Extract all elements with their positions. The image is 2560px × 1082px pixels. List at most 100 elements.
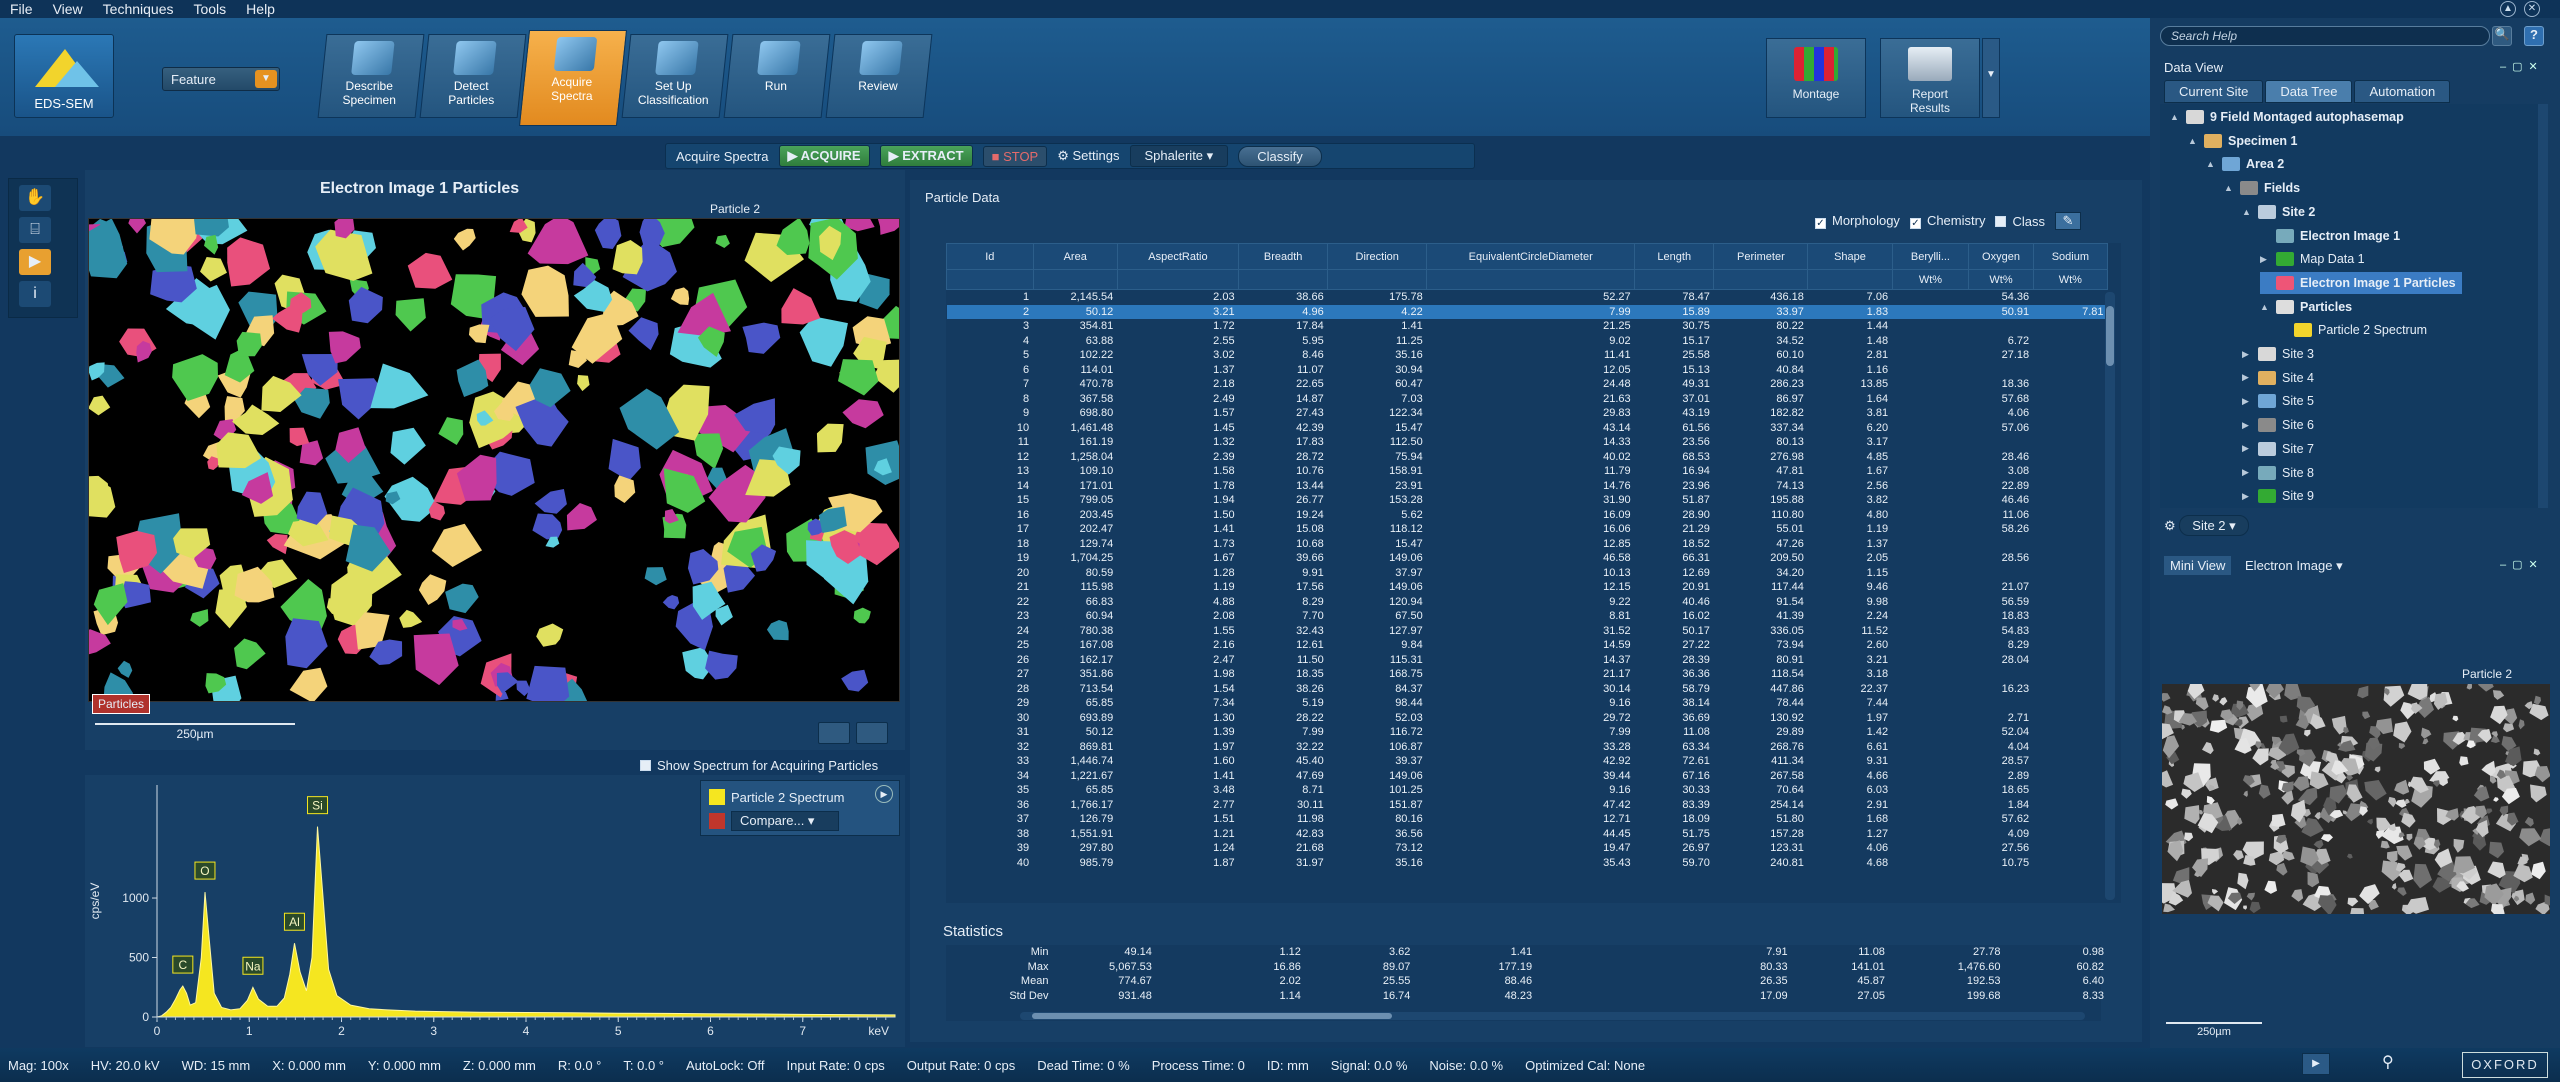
tree-scrollbar[interactable] [2538,104,2548,508]
tab-automation[interactable]: Automation [2354,80,2451,103]
tree-node[interactable]: ▶ Site 5 [2242,390,2314,412]
column-header[interactable]: Sodium [2032,243,2109,270]
scroll-thumb[interactable] [1032,1013,1392,1019]
table-row[interactable]: 23 60.94 2.08 7.70 67.50 8.81 16.02 41.39 2.24 18… [947,609,2108,624]
search-help-input[interactable]: Search Help [2160,26,2490,46]
column-header[interactable]: Oxygen [1968,243,2034,270]
stop-button[interactable]: ■ STOP [982,145,1048,167]
tree-node[interactable]: ▲ Site 2 [2242,201,2315,223]
table-row[interactable]: 33 1,446.74 1.60 45.40 39.37 42.92 72.61 411.34… [947,754,2108,769]
menu-file[interactable]: File [10,1,33,17]
tree-node[interactable]: ▶ Site 7 [2242,438,2314,460]
table-row[interactable]: 16 203.45 1.50 19.24 5.62 16.09 28.90 110.80 4.8… [947,508,2108,523]
microscope-icon[interactable]: ⚲ [2382,1052,2394,1072]
table-row[interactable]: 30 693.89 1.30 28.22 52.03 29.72 36.69 130.92 1.… [947,711,2108,726]
window-close-icon[interactable]: ✕ [2524,1,2540,17]
table-row[interactable]: 10 1,461.48 1.45 42.39 15.47 43.14 61.56 337.34… [947,421,2108,436]
compare-select[interactable]: Compare... ▾ [731,811,840,831]
expand-toggle-icon[interactable]: ▲ [2242,207,2252,217]
tree-node[interactable]: Electron Image 1 Particles [2260,271,2462,294]
table-vertical-scrollbar[interactable] [2105,292,2115,900]
column-header[interactable]: Area [1032,243,1118,270]
column-header[interactable]: AspectRatio [1116,243,1240,270]
table-row[interactable]: 32 869.81 1.97 32.22 106.87 33.28 63.34 268.76 6… [947,740,2108,755]
tree-node[interactable]: Particle 2 Spectrum [2278,319,2427,341]
tree-node[interactable]: ▶ Map Data 1 [2260,248,2365,270]
workflow-detect-particles[interactable]: Detect Particles [419,34,527,118]
table-row[interactable]: 3 354.81 1.72 17.84 1.41 21.25 30.75 80.22 1.44 [947,319,2108,334]
sphalerite-select[interactable]: Sphalerite ▾ [1129,145,1229,167]
report-results-button[interactable]: Report Results [1880,38,1980,118]
table-row[interactable]: 25 167.08 2.16 12.61 9.84 14.59 27.22 73.94 2.60… [947,638,2108,653]
help-icon[interactable]: ? [2524,26,2544,46]
search-icon[interactable]: 🔍 [2492,26,2512,46]
table-row[interactable]: 38 1,551.91 1.21 42.83 36.56 44.45 51.75 157.28… [947,827,2108,842]
tree-node[interactable]: Electron Image 1 [2260,225,2400,247]
tree-node[interactable]: ▲ Particles [2260,296,2352,318]
table-row[interactable]: 1 2,145.54 2.03 38.66 175.78 52.27 78.47 436.18… [947,290,2108,305]
table-horizontal-scrollbar[interactable] [1020,1012,2085,1020]
mini-view-select[interactable]: Electron Image ▾ [2245,558,2343,573]
table-row[interactable]: 29 65.85 7.34 5.19 98.44 9.16 38.14 78.44 7.44 [947,696,2108,711]
peak-label[interactable]: Al [289,915,300,929]
pan-hand-icon[interactable]: ✋ [19,185,51,211]
expand-toggle-icon[interactable]: ▲ [2260,302,2270,312]
tree-node[interactable]: ▲ 9 Field Montaged autophasemap [2170,106,2404,128]
tree-node[interactable]: ▶ Site 4 [2242,367,2314,389]
window-minimize-icon[interactable]: ▲ [2500,1,2516,17]
column-header[interactable]: Length [1634,243,1715,270]
settings-button[interactable]: ⚙ Settings [1057,148,1119,164]
table-row[interactable]: 36 1,766.17 2.77 30.11 151.87 47.42 83.39 254.1… [947,798,2108,813]
table-row[interactable]: 34 1,221.67 1.41 47.69 149.06 39.44 67.16 267.5… [947,769,2108,784]
particle-tool-icon[interactable]: ⌸ [19,217,51,243]
table-row[interactable]: 22 66.83 4.88 8.29 120.94 9.22 40.46 91.54 9.98 5… [947,595,2108,610]
table-row[interactable]: 20 80.59 1.28 9.91 37.97 10.13 12.69 34.20 1.15 [947,566,2108,581]
table-row[interactable]: 2 50.12 3.21 4.96 4.22 7.99 15.89 33.97 1.83 50.9… [946,304,2108,319]
table-row[interactable]: 26 162.17 2.47 11.50 115.31 14.37 28.39 80.91 3.… [947,653,2108,668]
edit-pencil-icon[interactable]: ✎ [2054,212,2081,230]
peak-label[interactable]: Na [245,959,261,973]
expand-toggle-icon[interactable]: ▲ [2206,159,2216,169]
tree-node[interactable]: ▶ Site 8 [2242,462,2314,484]
table-row[interactable]: 12 1,258.04 2.39 28.72 75.94 40.02 68.53 276.98… [947,450,2108,465]
table-row[interactable]: 31 50.12 1.39 7.99 116.72 7.99 11.08 29.89 1.42 5… [947,725,2108,740]
column-header[interactable]: Shape [1807,243,1893,270]
montage-button[interactable]: Montage [1766,38,1866,118]
table-row[interactable]: 5 102.22 3.02 8.46 35.16 11.41 25.58 60.10 2.81 2… [947,348,2108,363]
menu-view[interactable]: View [53,1,83,17]
table-row[interactable]: 11 161.19 1.32 17.83 112.50 14.33 23.56 80.13 3.… [947,435,2108,450]
export-image-icon[interactable] [856,722,888,744]
table-row[interactable]: 21 115.98 1.19 17.56 149.06 12.15 20.91 117.44 9… [947,580,2108,595]
table-row[interactable]: 37 126.79 1.51 11.98 80.16 12.71 18.09 51.80 1.6… [947,812,2108,827]
tree-node[interactable]: ▶ Site 9 [2242,485,2314,507]
column-header[interactable]: Berylli... [1891,243,1970,270]
tab-current-site[interactable]: Current Site [2164,80,2264,103]
legend-options-icon[interactable]: ▶ [875,785,893,803]
column-header[interactable]: EquivalentCircleDiameter [1426,243,1636,270]
morphology-checkbox[interactable]: ✓ Morphology [1815,213,1900,229]
tree-node[interactable]: ▲ Area 2 [2206,153,2284,175]
tab-data-tree[interactable]: Data Tree [2265,80,2353,103]
column-header[interactable]: Breadth [1238,243,1329,270]
column-header[interactable]: Id [946,243,1034,270]
table-row[interactable]: 15 799.05 1.94 26.77 153.28 31.90 51.87 195.88 3… [947,493,2108,508]
table-row[interactable]: 27 351.86 1.98 18.35 168.75 21.17 36.36 118.54 3… [947,667,2108,682]
tree-node[interactable]: ▲ Specimen 1 [2188,130,2297,152]
workflow-review[interactable]: Review [825,34,933,118]
pane-window-controls-icon[interactable]: –▢✕ [2500,60,2544,73]
chemistry-checkbox[interactable]: ✓ Chemistry [1909,213,1985,229]
workflow-setup-classification[interactable]: Set Up Classification [621,34,729,118]
expand-toggle-icon[interactable]: ▶ [2242,491,2252,502]
class-checkbox[interactable]: Class [1995,214,2045,229]
acquire-button[interactable]: ▶ ACQUIRE [778,145,870,167]
column-header[interactable]: Perimeter [1713,243,1809,270]
table-row[interactable]: 8 367.58 2.49 14.87 7.03 21.63 37.01 86.97 1.64 5… [947,392,2108,407]
report-dropdown-icon[interactable]: ▼ [1982,38,2000,118]
expand-toggle-icon[interactable]: ▲ [2224,183,2234,193]
peak-label[interactable]: O [200,864,209,878]
table-row[interactable]: 4 63.88 2.55 5.95 11.25 9.02 15.17 34.52 1.48 6.7… [947,334,2108,349]
scroll-thumb[interactable] [2106,306,2114,366]
column-header[interactable]: Direction [1327,243,1428,270]
table-row[interactable]: 7 470.78 2.18 22.65 60.47 24.48 49.31 286.23 13.… [947,377,2108,392]
table-row[interactable]: 9 698.80 1.57 27.43 122.34 29.83 43.19 182.82 3.… [947,406,2108,421]
